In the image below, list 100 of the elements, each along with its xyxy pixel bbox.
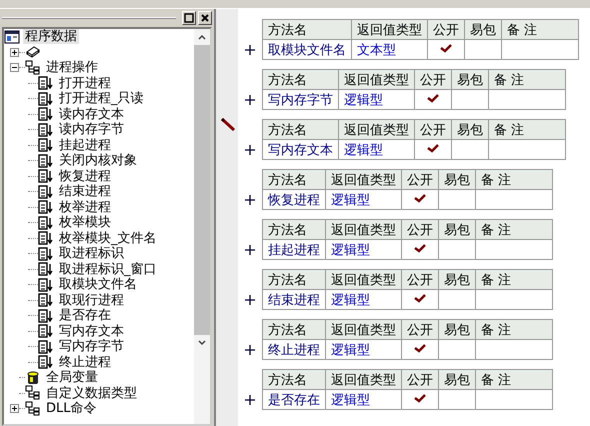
- tree-root-label[interactable]: 程序数据: [23, 29, 79, 44]
- check-icon[interactable]: [440, 43, 452, 53]
- scroll-down-icon[interactable]: [197, 338, 207, 348]
- module-icon: [25, 400, 41, 417]
- expander-icon[interactable]: [10, 48, 19, 57]
- plus-icon[interactable]: [245, 95, 255, 105]
- check-icon[interactable]: [414, 393, 426, 403]
- check-icon[interactable]: [414, 193, 426, 203]
- plus-icon[interactable]: [245, 395, 255, 405]
- return-type-cell[interactable]: 逻辑型: [338, 140, 414, 160]
- column-header: 方法名: [262, 220, 326, 240]
- tree-item[interactable]: 进程操作: [44, 60, 100, 76]
- plus-icon[interactable]: [245, 245, 255, 255]
- column-header: 公开: [402, 170, 438, 190]
- return-type-cell[interactable]: 逻辑型: [326, 290, 402, 310]
- method-icon: [38, 246, 54, 262]
- method-name-cell[interactable]: 写内存文本: [262, 140, 338, 160]
- method-name-cell[interactable]: 终止进程: [262, 340, 326, 360]
- return-type-cell[interactable]: 逻辑型: [326, 340, 402, 360]
- method-icon: [38, 106, 54, 122]
- method-icon: [38, 152, 54, 169]
- check-icon[interactable]: [427, 93, 439, 103]
- tree-item[interactable]: 终止进程: [57, 354, 113, 370]
- method-name-cell[interactable]: 恢复进程: [262, 190, 326, 210]
- vertical-scrollbar[interactable]: [194, 29, 210, 424]
- column-header: 方法名: [262, 320, 326, 340]
- column-header: 备 注: [488, 120, 566, 140]
- tree-item[interactable]: 结束进程: [57, 184, 113, 200]
- return-type-cell[interactable]: 逻辑型: [338, 90, 414, 110]
- method-name-cell[interactable]: 取模块文件名: [262, 40, 352, 60]
- check-icon[interactable]: [414, 243, 426, 253]
- method-icon: [38, 199, 54, 216]
- tree-item[interactable]: 取模块文件名: [57, 277, 139, 292]
- method-icon: [38, 214, 54, 231]
- expander-icon[interactable]: [10, 404, 19, 414]
- tree-item[interactable]: 全局变量: [44, 370, 100, 386]
- tree-item[interactable]: 枚举模块: [57, 215, 113, 230]
- check-icon[interactable]: [414, 293, 426, 303]
- tree-item[interactable]: 取现行进程: [57, 292, 126, 308]
- column-header: 方法名: [262, 70, 338, 90]
- column-header: 易包: [452, 70, 488, 90]
- column-header: 返回值类型: [326, 170, 402, 190]
- method-icon: [38, 230, 54, 246]
- scroll-up-icon[interactable]: [197, 32, 207, 42]
- return-type-cell[interactable]: 逻辑型: [326, 390, 402, 410]
- column-header: 备 注: [476, 370, 552, 390]
- tree-item[interactable]: 枚举模块_文件名: [57, 230, 158, 246]
- plus-icon[interactable]: [245, 45, 255, 55]
- plus-icon[interactable]: [245, 345, 255, 355]
- tree-item[interactable]: 读内存文本: [57, 106, 126, 122]
- check-icon[interactable]: [427, 143, 439, 153]
- column-header: 公开: [402, 220, 438, 240]
- column-header: 公开: [428, 20, 464, 40]
- tree-item[interactable]: 读内存字节: [57, 122, 126, 138]
- tree-item[interactable]: 恢复进程: [57, 168, 113, 184]
- method-name-cell[interactable]: 挂起进程: [262, 240, 326, 260]
- tree-item[interactable]: 是否存在: [57, 308, 113, 324]
- return-type-cell[interactable]: 文本型: [352, 40, 428, 60]
- plus-icon[interactable]: [245, 145, 255, 155]
- module-icon: [25, 60, 41, 76]
- column-header: 公开: [402, 370, 438, 390]
- method-icon: [38, 338, 54, 355]
- method-name-cell[interactable]: 写内存字节: [262, 90, 338, 110]
- maximize-icon[interactable]: [182, 11, 196, 25]
- scroll-thumb[interactable]: [194, 45, 210, 335]
- column-header: 备 注: [476, 170, 552, 190]
- tree-item[interactable]: 枚举进程: [57, 200, 113, 215]
- check-icon[interactable]: [414, 343, 426, 353]
- close-icon[interactable]: [198, 11, 212, 25]
- column-header: 备 注: [476, 270, 552, 290]
- plus-icon[interactable]: [245, 195, 255, 205]
- plus-icon[interactable]: [245, 295, 255, 305]
- column-header: 返回值类型: [338, 120, 414, 140]
- module-icon: [25, 385, 41, 402]
- tree-item[interactable]: DLL命令: [44, 401, 98, 416]
- return-type-cell[interactable]: 逻辑型: [326, 240, 402, 260]
- tree-item[interactable]: 打开进程: [57, 76, 113, 91]
- method-icon: [38, 323, 54, 340]
- expander-icon[interactable]: [10, 63, 19, 72]
- column-header: 公开: [414, 120, 452, 140]
- tree-item[interactable]: 取进程标识_窗口: [57, 262, 158, 277]
- column-header: 易包: [438, 370, 476, 390]
- return-type-cell[interactable]: 逻辑型: [326, 190, 402, 210]
- tree-item[interactable]: 取进程标识: [57, 246, 126, 262]
- tree-item[interactable]: 关闭内核对象: [57, 153, 139, 168]
- tree-item[interactable]: 自定义数据类型: [44, 386, 139, 401]
- column-header: 易包: [452, 120, 488, 140]
- column-header: 备 注: [488, 70, 566, 90]
- tree-item[interactable]: 挂起进程: [57, 138, 113, 153]
- column-header: 备 注: [502, 20, 578, 40]
- method-name-cell[interactable]: 是否存在: [262, 390, 326, 410]
- column-header: 返回值类型: [352, 20, 428, 40]
- tree-item[interactable]: 写内存文本: [57, 324, 126, 339]
- column-header: 易包: [464, 20, 502, 40]
- tree-item[interactable]: 打开进程_只读: [57, 91, 146, 106]
- column-header: 备 注: [476, 220, 552, 240]
- tree-item[interactable]: 写内存字节: [57, 339, 126, 354]
- method-name-cell[interactable]: 结束进程: [262, 290, 326, 310]
- method-icon: [38, 184, 54, 200]
- method-icon: [38, 90, 54, 107]
